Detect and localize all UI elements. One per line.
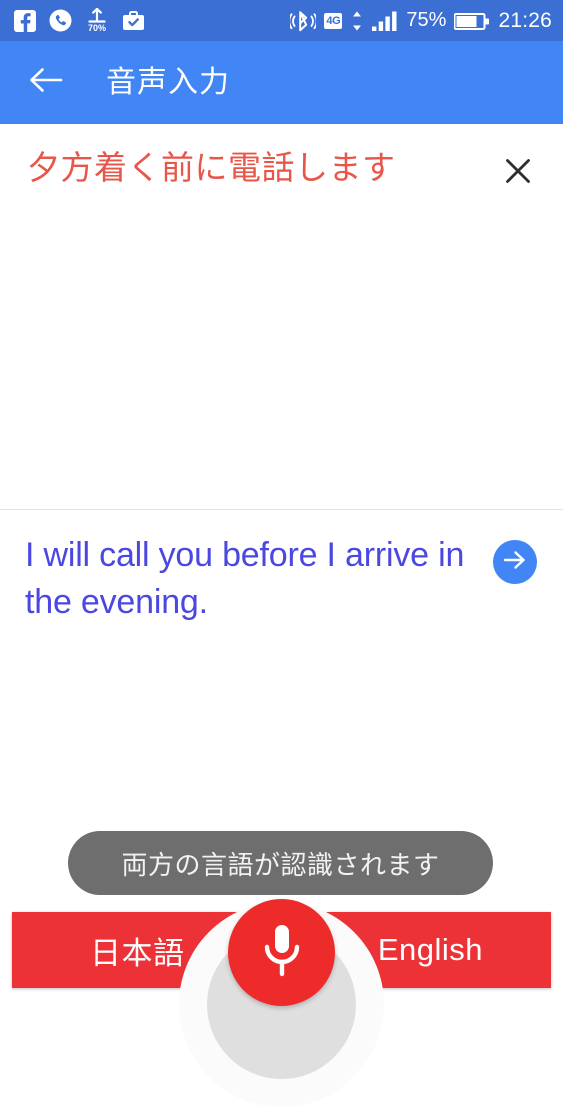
phone-call-icon — [49, 9, 72, 32]
arrow-right-circle-icon — [501, 548, 529, 577]
network-4g-icon: 4G — [324, 12, 343, 29]
work-briefcase-icon — [122, 10, 145, 32]
clear-button[interactable] — [495, 150, 541, 196]
toast-message: 両方の言語が認識されます — [68, 831, 493, 895]
translation-row: I will call you before I arrive in the e… — [0, 510, 563, 626]
arrow-left-icon — [29, 66, 63, 99]
status-bar-left-icons: 70% — [14, 7, 145, 34]
signal-bars-icon — [372, 10, 398, 32]
facebook-icon — [14, 9, 36, 32]
target-language-button[interactable]: English — [378, 932, 483, 968]
battery-icon — [454, 10, 490, 32]
back-button[interactable] — [18, 55, 74, 111]
source-row: 夕方着く前に電話します — [0, 124, 563, 196]
source-text-panel[interactable]: 夕方着く前に電話します — [0, 124, 563, 509]
download-percent-label: 70% — [87, 22, 106, 33]
close-icon — [503, 156, 533, 191]
recognized-source-text[interactable]: 夕方着く前に電話します — [27, 146, 495, 190]
status-bar: 70% 4G 75% 21:26 — [0, 0, 563, 41]
app-bar: 音声入力 — [0, 41, 563, 124]
page-title: 音声入力 — [106, 65, 230, 99]
bluetooth-icon — [290, 10, 317, 32]
microphone-button[interactable] — [228, 899, 335, 1006]
clock-label: 21:26 — [498, 8, 552, 32]
source-language-button[interactable]: 日本語 — [90, 928, 185, 973]
data-transfer-icon — [350, 10, 364, 32]
toast-label: 両方の言語が認識されます — [121, 849, 440, 880]
microphone-icon — [256, 919, 308, 986]
send-button[interactable] — [493, 540, 537, 584]
status-bar-right-icons: 4G 75% 21:26 — [290, 9, 552, 33]
download-percent-icon: 70% — [85, 7, 109, 34]
battery-percent-label: 75% — [406, 9, 447, 31]
translated-text[interactable]: I will call you before I arrive in the e… — [25, 532, 493, 626]
